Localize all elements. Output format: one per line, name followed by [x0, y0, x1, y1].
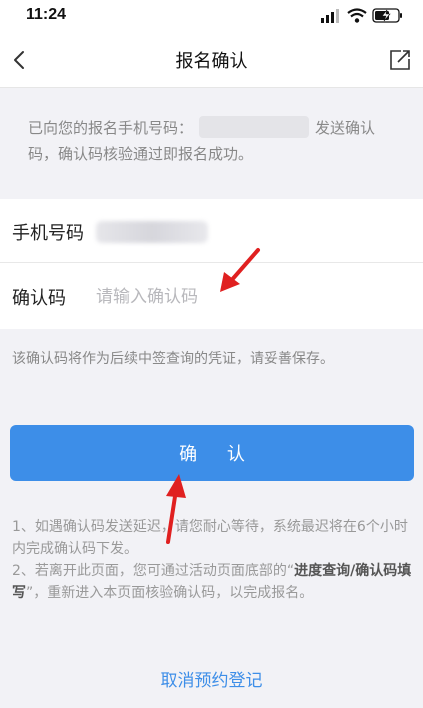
confirm-form: 手机号码 确认码	[0, 199, 423, 329]
notice-section: 已向您的报名手机号码： 发送确认码，确认码核验通过即报名成功。	[0, 89, 423, 199]
redacted-phone-number	[199, 116, 310, 138]
phone-label: 手机号码	[12, 223, 84, 244]
signal-icon	[321, 9, 339, 23]
tips-section: 1、如遇确认码发送延迟，请您耐心等待，系统最迟将在6个小时内完成确认码下发。 2…	[12, 516, 412, 604]
notice-text: 已向您的报名手机号码： 发送确认码，确认码核验通过即报名成功。	[28, 115, 398, 167]
confirm-code-input[interactable]	[96, 281, 396, 313]
battery-icon	[372, 8, 402, 23]
confirm-button[interactable]: 确 认	[10, 425, 414, 481]
status-icons	[321, 7, 413, 25]
page-title: 报名确认	[175, 51, 248, 72]
phone-row: 手机号码	[0, 199, 423, 263]
status-bar: 11:24	[0, 0, 423, 32]
share-icon[interactable]	[385, 45, 415, 75]
code-label: 确认码	[12, 288, 66, 309]
wifi-icon	[347, 8, 367, 23]
status-time: 11:24	[26, 6, 67, 23]
tip-2-prefix: 2、若离开此页面，您可通过活动页面底部的“	[12, 563, 295, 579]
tip-2-suffix: ”，重新进入本页面核验确认码，以完成报名。	[26, 585, 314, 601]
tip-item-1: 1、如遇确认码发送延迟，请您耐心等待，系统最迟将在6个小时内完成确认码下发。	[12, 519, 408, 557]
redacted-phone-value	[96, 221, 208, 243]
warning-text: 该确认码将作为后续中签查询的凭证，请妥善保存。	[12, 351, 334, 367]
code-row: 确认码	[0, 264, 423, 328]
cancel-registration-link[interactable]: 取消预约登记	[0, 666, 423, 691]
notice-prefix: 已向您的报名手机号码：	[28, 119, 194, 137]
tip-item-2: 2、若离开此页面，您可通过活动页面底部的“进度查询/确认码填写”，重新进入本页面…	[12, 560, 412, 604]
nav-bar: 报名确认	[0, 32, 423, 88]
